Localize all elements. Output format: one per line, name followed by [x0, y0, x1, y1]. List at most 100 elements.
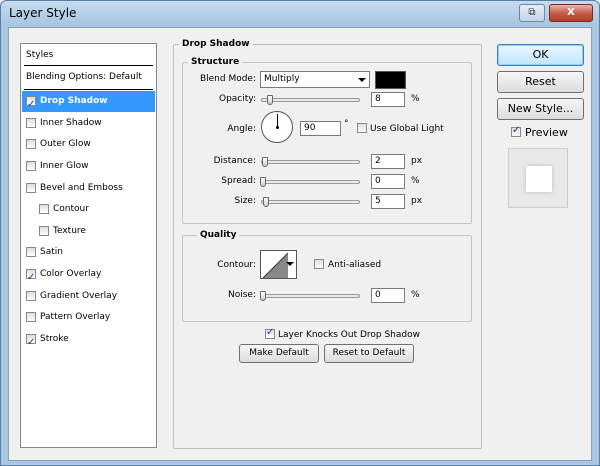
spread-input[interactable]: 0 [371, 174, 405, 189]
style-pattern-overlay[interactable]: Pattern Overlay [22, 307, 155, 328]
spread-slider[interactable] [260, 177, 360, 187]
color-overlay-checkbox[interactable] [26, 267, 36, 288]
size-label: Size: [234, 196, 256, 206]
noise-unit: % [411, 290, 420, 300]
texture-checkbox[interactable] [39, 226, 49, 236]
blend-mode-label: Blend Mode: [199, 74, 256, 84]
slider-thumb[interactable] [262, 157, 268, 167]
knockout-checkbox[interactable] [265, 327, 275, 339]
angle-input[interactable]: 90 [300, 121, 341, 136]
drop-shadow-checkbox[interactable] [26, 94, 36, 115]
structure-title: Structure [188, 57, 243, 67]
pattern-overlay-checkbox[interactable] [26, 312, 36, 322]
size-slider[interactable] [261, 197, 360, 207]
use-global-light-label: Use Global Light [370, 124, 444, 134]
style-label: Contour [53, 204, 89, 214]
style-label: Inner Glow [40, 161, 89, 171]
quality-group: Quality Contour: Anti-aliased Noise: 0 % [182, 230, 472, 322]
contour-picker[interactable] [260, 250, 297, 279]
quality-title: Quality [197, 230, 240, 240]
bevel-emboss-checkbox[interactable] [26, 183, 36, 193]
contour-checkbox[interactable] [39, 204, 49, 214]
size-unit: px [411, 196, 423, 206]
drop-shadow-group: Drop Shadow Structure Blend Mode: Multip… [173, 39, 482, 449]
blend-mode-value: Multiply [264, 74, 300, 84]
make-default-button[interactable]: Make Default [239, 344, 319, 363]
inner-shadow-checkbox[interactable] [26, 118, 36, 128]
angle-unit: ° [344, 119, 349, 129]
styles-divider [24, 65, 153, 66]
style-label: Gradient Overlay [40, 291, 118, 301]
angle-dial[interactable] [261, 111, 293, 143]
close-icon[interactable]: X [549, 4, 593, 22]
structure-group: Structure Blend Mode: Multiply Opacity: … [182, 57, 472, 224]
styles-list: Styles Blending Options: Default Drop Sh… [20, 43, 157, 448]
blending-options[interactable]: Blending Options: Default [22, 67, 155, 88]
ok-button[interactable]: OK [497, 44, 584, 66]
noise-label: Noise: [228, 290, 256, 300]
satin-checkbox[interactable] [26, 247, 36, 257]
slider-thumb[interactable] [260, 177, 266, 187]
spread-label: Spread: [221, 176, 256, 186]
outer-glow-checkbox[interactable] [26, 139, 36, 149]
slider-thumb[interactable] [263, 197, 269, 207]
noise-slider[interactable] [260, 291, 360, 301]
layer-style-window: Layer Style ⧉ X Styles Blending Options:… [0, 0, 600, 466]
noise-input[interactable]: 0 [371, 288, 405, 303]
inner-glow-checkbox[interactable] [26, 161, 36, 171]
style-preview-thumbnail [508, 148, 568, 208]
stroke-checkbox[interactable] [26, 332, 36, 353]
style-label: Stroke [40, 334, 69, 344]
style-inner-glow[interactable]: Inner Glow [22, 156, 155, 177]
chevron-down-icon [358, 78, 366, 82]
chevron-down-icon [286, 262, 294, 266]
knockout-label: Layer Knocks Out Drop Shadow [278, 330, 420, 340]
use-global-light-checkbox[interactable] [357, 123, 367, 133]
slider-thumb[interactable] [267, 95, 273, 105]
style-inner-shadow[interactable]: Inner Shadow [22, 113, 155, 134]
style-label: Texture [53, 226, 86, 236]
style-satin[interactable]: Satin [22, 242, 155, 263]
shadow-color-swatch[interactable] [375, 71, 406, 89]
style-color-overlay[interactable]: Color Overlay [22, 264, 155, 288]
style-outer-glow[interactable]: Outer Glow [22, 134, 155, 155]
anti-aliased-checkbox[interactable] [314, 259, 324, 269]
opacity-input[interactable]: 8 [371, 92, 405, 107]
contour-label: Contour: [217, 260, 256, 270]
styles-header[interactable]: Styles [26, 50, 53, 60]
style-label: Drop Shadow [40, 96, 108, 106]
preview-label: Preview [525, 126, 568, 139]
style-label: Pattern Overlay [40, 312, 111, 322]
style-gradient-overlay[interactable]: Gradient Overlay [22, 286, 155, 307]
style-label: Color Overlay [40, 269, 102, 279]
reset-to-default-button[interactable]: Reset to Default [324, 344, 414, 363]
distance-input[interactable]: 2 [371, 154, 405, 169]
preview-checkbox[interactable] [511, 125, 521, 137]
reset-button[interactable]: Reset [497, 71, 584, 93]
preview-square [526, 166, 552, 192]
dialog-body: Styles Blending Options: Default Drop Sh… [8, 27, 592, 461]
opacity-unit: % [411, 94, 420, 104]
styles-divider [24, 89, 153, 90]
size-input[interactable]: 5 [371, 194, 405, 209]
style-bevel-emboss[interactable]: Bevel and Emboss [22, 178, 155, 199]
style-stroke[interactable]: Stroke [22, 329, 155, 353]
angle-label: Angle: [227, 124, 256, 134]
style-label: Bevel and Emboss [40, 183, 123, 193]
opacity-slider[interactable] [261, 95, 360, 105]
restore-icon[interactable]: ⧉ [519, 4, 545, 22]
distance-slider[interactable] [261, 157, 360, 167]
style-texture[interactable]: Texture [22, 221, 155, 242]
distance-label: Distance: [213, 156, 256, 166]
gradient-overlay-checkbox[interactable] [26, 291, 36, 301]
distance-unit: px [411, 156, 423, 166]
new-style-button[interactable]: New Style... [497, 98, 584, 120]
opacity-label: Opacity: [219, 94, 256, 104]
spread-unit: % [411, 176, 420, 186]
slider-thumb[interactable] [260, 291, 266, 301]
style-label: Outer Glow [40, 139, 91, 149]
style-contour[interactable]: Contour [22, 199, 155, 220]
style-drop-shadow[interactable]: Drop Shadow [22, 91, 155, 115]
style-label: Satin [40, 247, 63, 257]
blend-mode-select[interactable]: Multiply [260, 71, 370, 88]
